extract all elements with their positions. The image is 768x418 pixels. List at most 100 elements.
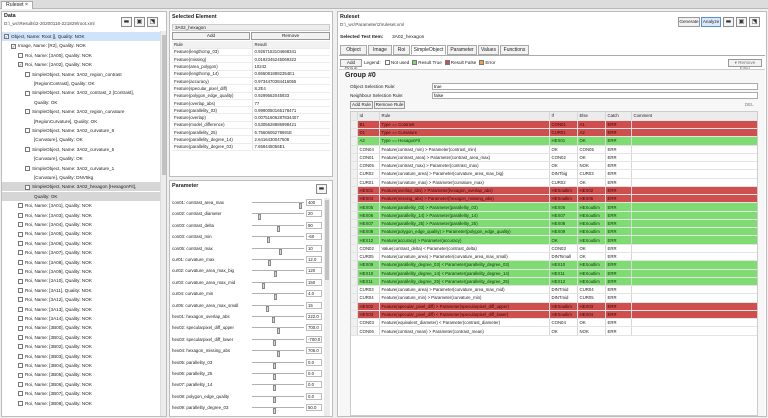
rule-id-cell[interactable]: CON01 (357, 153, 380, 163)
tree-item[interactable]: Roi, Name: [3A08], Quality: NOK (2, 258, 160, 267)
tree-item-checkbox[interactable] (25, 90, 30, 96)
tree-item-checkbox[interactable] (18, 53, 23, 59)
rule-if-cell[interactable]: HEX07 (549, 211, 578, 220)
rule-comment-cell[interactable] (631, 186, 757, 196)
rule-comment-cell[interactable] (631, 194, 757, 204)
tree-item[interactable]: ✓ Object, Name: Root [], Quality: NOK (2, 32, 160, 41)
rule-rule-cell[interactable]: Feature(curvature_area) > Parameter(curv… (379, 169, 550, 179)
rule-comment-cell[interactable] (631, 235, 757, 245)
rule-comment-cell[interactable] (631, 277, 757, 287)
tree-item[interactable]: SimpleObject, Name: 3A02_curvature_5 (2, 145, 160, 154)
rule-row[interactable]: CON03 Feature(equivalent_diameter) < Para… (351, 318, 757, 328)
parameter-slider-thumb[interactable] (278, 248, 282, 255)
rule-if-cell[interactable]: CON02 (549, 153, 578, 163)
tree-item-checkbox[interactable] (18, 316, 23, 322)
rule-row[interactable]: CON01 Feature(contrast_area) > Parameter(… (351, 153, 757, 163)
rule-if-cell[interactable]: HEXoutlim (549, 302, 578, 311)
col-if[interactable]: If (549, 112, 578, 121)
tree-item-checkbox[interactable] (25, 147, 30, 153)
tree-item[interactable]: Roi, Name: [3A10], Quality: NOK (2, 276, 160, 285)
tree-item-checkbox[interactable] (18, 363, 23, 369)
object-selection-input[interactable] (432, 83, 758, 90)
parameter-slider-thumb[interactable] (274, 271, 278, 278)
rule-row[interactable]: CUR01 Feature(curvature_max) > Parameter(… (351, 178, 757, 187)
rule-row[interactable]: CON06 Feature(contrast_mean) > Parameter(… (351, 326, 757, 336)
rule-row[interactable]: CUR02 Feature(curvature_area) > Parameter… (351, 169, 757, 179)
tree-item[interactable]: Roi, Name: [3A00], Quality: NOK (2, 51, 160, 60)
rule-if-cell[interactable]: OK (549, 235, 578, 245)
tree-item[interactable]: Roi, Name: [3B01], Quality: NOK (2, 333, 160, 342)
parameter-slider-thumb[interactable] (273, 339, 277, 346)
rule-id-cell[interactable]: HEX03 (357, 310, 380, 320)
tree-item[interactable]: SimpleObject, Name: 3A02_curvature_1 (2, 164, 160, 173)
rule-if-cell[interactable]: HEX09 (549, 227, 578, 237)
rule-if-cell[interactable]: DINTmid (549, 293, 578, 303)
rule-rule-cell[interactable]: Feature(curvature_min) > Parameter(curva… (379, 293, 550, 303)
remove-rule-button[interactable]: Remove Rule (374, 101, 405, 109)
table-row[interactable]: Feature(overlap_abs) 77 (172, 99, 330, 108)
rule-comment-cell[interactable] (631, 211, 757, 220)
tree-item-checkbox[interactable]: ✓ (18, 62, 23, 68)
rule-else-cell[interactable]: NOK (577, 326, 606, 336)
data-tree-scrollbar[interactable] (160, 31, 166, 416)
rule-comment-cell[interactable] (631, 260, 757, 270)
rule-id-cell[interactable]: CON06 (357, 326, 380, 336)
tree-item-checkbox[interactable] (18, 203, 23, 209)
rule-rule-cell[interactable]: Feature(contrast_max) > Parameter(contra… (379, 161, 550, 171)
tree-item[interactable]: Roi, Name: [3A12], Quality: NOK (2, 295, 160, 304)
table-row[interactable]: Feature(parallelity_degree_14) 2.64164300… (172, 135, 330, 144)
tree-item-checkbox[interactable] (18, 241, 23, 247)
parameter-value-input[interactable]: 400 (306, 199, 322, 206)
rule-id-cell[interactable]: HEX02 (357, 302, 380, 311)
tree-item-checkbox[interactable] (18, 212, 23, 218)
generate-button[interactable]: Generate (678, 17, 700, 27)
tree-item[interactable]: Quality: OK (2, 191, 160, 201)
tree-item[interactable]: Roi, Name: [3A04], Quality: NOK (2, 220, 160, 229)
rule-comment-cell[interactable] (631, 202, 757, 212)
tree-item-checkbox[interactable] (18, 288, 23, 294)
ruleset-open-button[interactable]: ▬ (723, 17, 734, 27)
parameter-slider[interactable] (252, 224, 304, 232)
rule-else-cell[interactable]: HEXoutlim (577, 260, 606, 270)
rule-catch-cell[interactable]: ERR (605, 128, 632, 138)
rule-catch-cell[interactable]: ERR (605, 202, 632, 212)
tree-item[interactable]: SimpleObject, Name: 3A02_curvature_6 (2, 126, 160, 135)
rule-id-cell[interactable]: A2 (357, 136, 380, 146)
tree-item-checkbox[interactable] (18, 250, 23, 256)
rule-id-cell[interactable]: B1 (357, 120, 380, 130)
parameter-slider[interactable] (252, 270, 304, 278)
parameter-value-input[interactable]: 0.0 (306, 381, 322, 389)
parameter-value-input[interactable]: 222.0 (306, 313, 322, 320)
tree-item-checkbox[interactable] (18, 325, 23, 331)
rule-row[interactable]: CUR03 Feature(curvature_area) > Parameter… (351, 285, 757, 295)
parameter-slider[interactable] (252, 281, 304, 289)
rule-else-cell[interactable]: OK (577, 178, 606, 187)
parameter-slider[interactable] (252, 327, 304, 335)
legend-swatch[interactable] (384, 60, 390, 66)
rule-rule-cell[interactable]: Feature(parallelity_25) > Parameter(para… (379, 219, 550, 229)
parameter-slider[interactable] (252, 350, 304, 358)
rule-comment-cell[interactable] (631, 219, 757, 229)
tree-item[interactable]: Roi, Name: [3A07], Quality: NOK (2, 248, 160, 257)
rule-catch-cell[interactable]: ERR (605, 136, 632, 146)
parameter-scrollbar[interactable] (324, 198, 330, 416)
rule-if-cell[interactable]: HEX10 (549, 260, 578, 270)
tree-item[interactable]: Roi, Name: [3B00], Quality: NOK (2, 323, 160, 332)
rule-id-cell[interactable]: CON03 (357, 318, 380, 328)
rule-catch-cell[interactable]: ERR (605, 252, 632, 262)
rule-else-cell[interactable]: HEXoutlim (577, 235, 606, 245)
tree-item[interactable]: SimpleObject, Name: 3A02_region_curvatur… (2, 107, 160, 116)
parameter-slider[interactable] (252, 259, 304, 266)
export-button[interactable]: ⬔ (147, 17, 158, 27)
rule-id-cell[interactable]: HEX01 (357, 186, 380, 196)
rule-catch-cell[interactable]: ERR (605, 326, 632, 336)
rule-if-cell[interactable]: HEXoutlim (549, 310, 578, 320)
rule-id-cell[interactable]: HEX11 (357, 277, 380, 287)
rule-rule-cell[interactable]: Feature(specular_pixel_diff) > Parameter… (379, 302, 550, 311)
tree-item-checkbox[interactable]: ✓ (11, 43, 16, 49)
rule-id-cell[interactable]: CON05 (357, 161, 380, 171)
rule-row[interactable]: HEX03 Feature(specular_pixel_diff) < Para… (351, 310, 757, 320)
parameter-slider-thumb[interactable] (265, 305, 269, 312)
rule-rule-cell[interactable]: Feature(contrast_mean) > Parameter(contr… (379, 326, 550, 336)
ruleset-export-button[interactable]: ⬔ (749, 17, 760, 27)
